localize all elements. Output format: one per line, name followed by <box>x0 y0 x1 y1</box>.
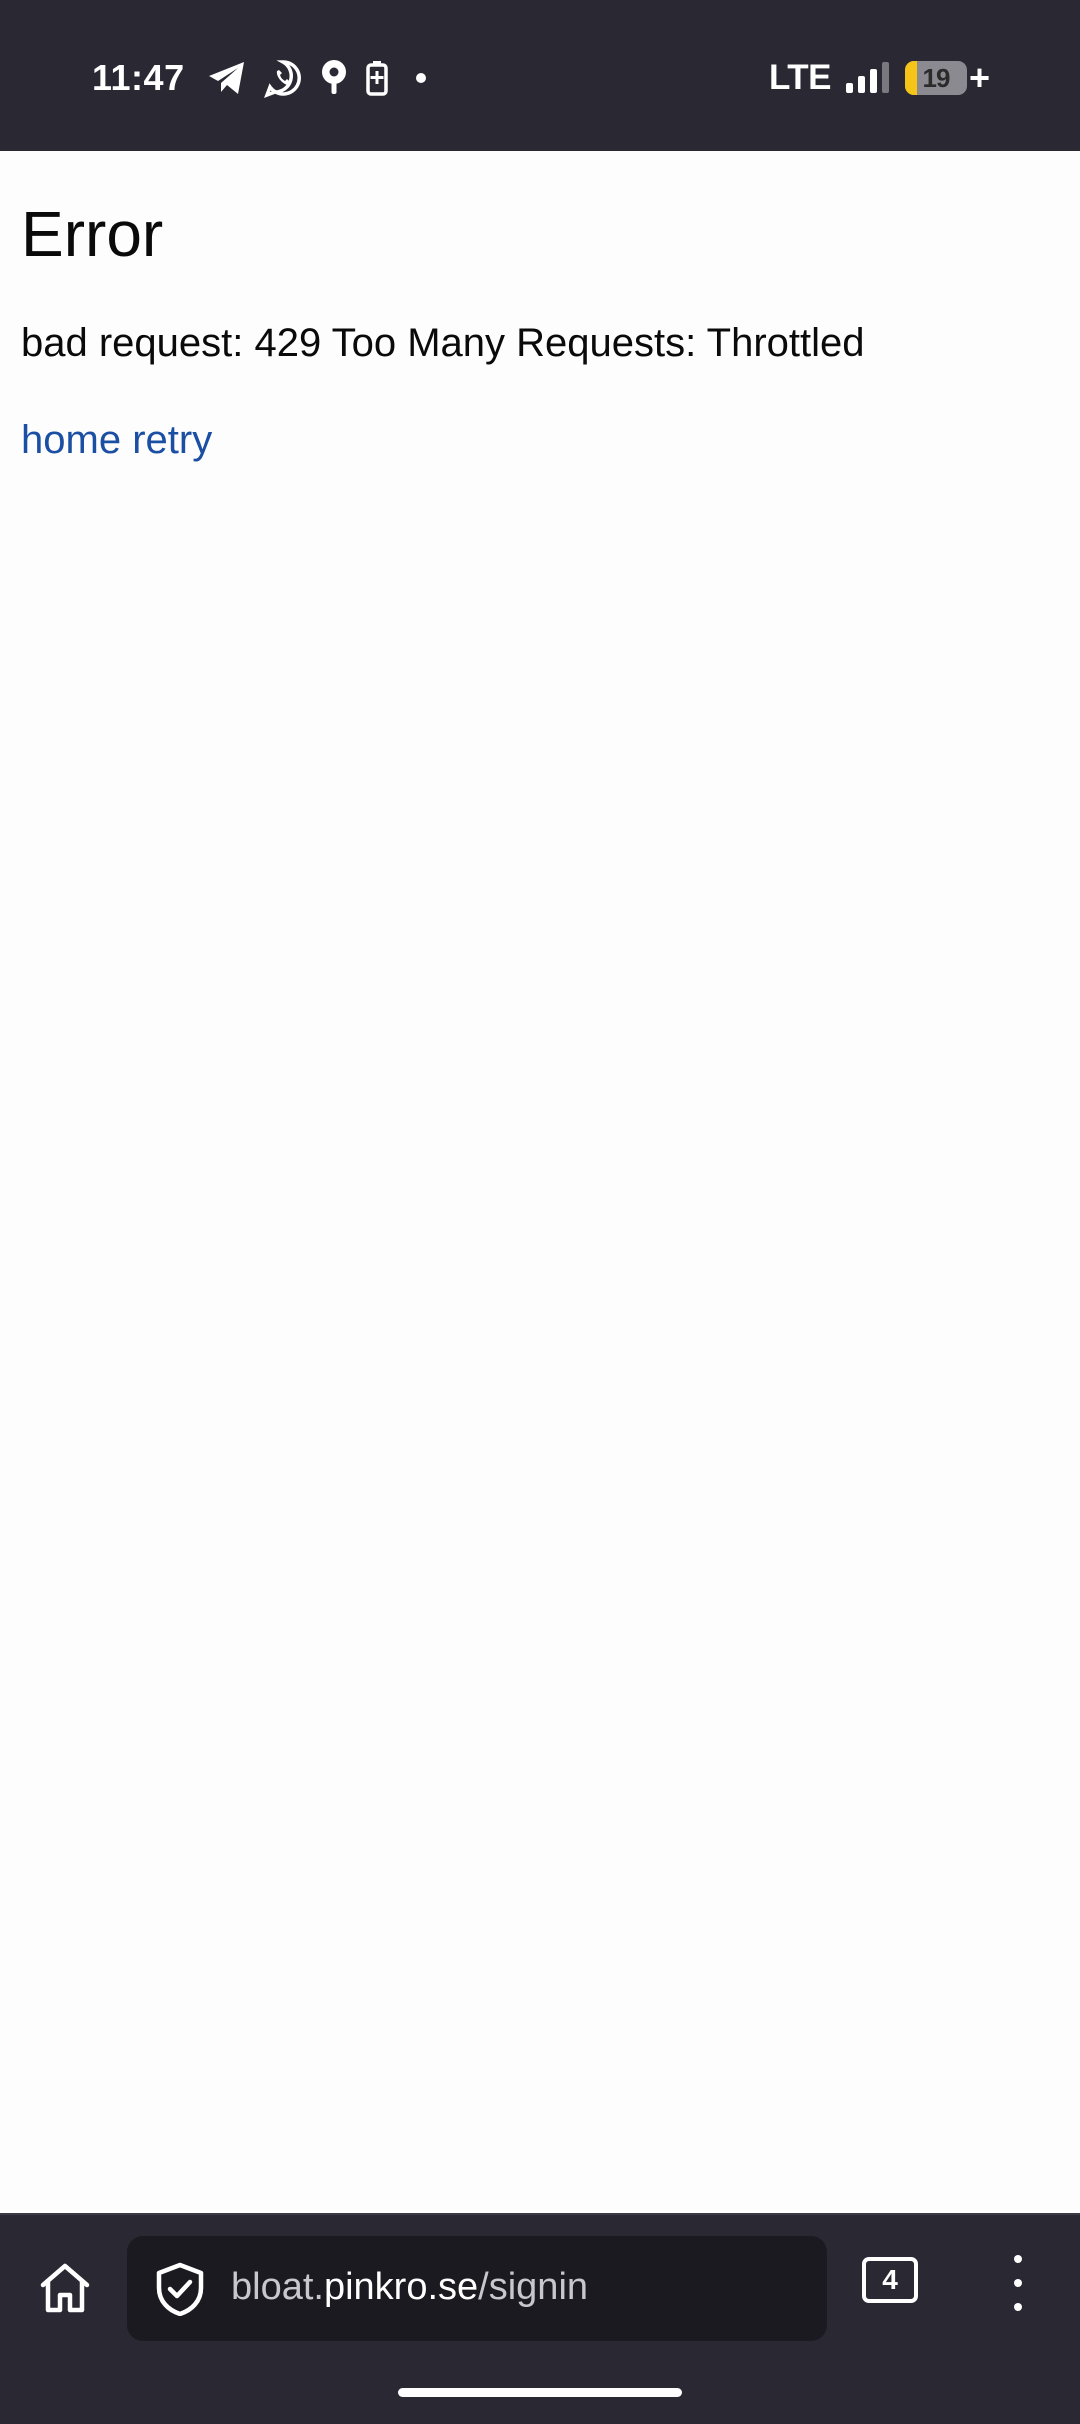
menu-dot <box>1014 2279 1022 2287</box>
gesture-handle[interactable] <box>398 2388 682 2397</box>
battery-indicator: 19 <box>904 61 967 95</box>
whatsapp-icon <box>263 58 303 98</box>
toolbar-divider <box>0 2213 1080 2215</box>
location-icon <box>319 58 349 98</box>
telegram-icon <box>207 60 247 96</box>
tab-count: 4 <box>882 2264 898 2295</box>
status-left: 11:47 <box>92 50 443 106</box>
signal-bars-icon <box>845 61 891 95</box>
url-path: /signin <box>478 2266 589 2308</box>
status-right: LTE 19 + <box>769 52 990 104</box>
url-host: pinkro.se <box>323 2266 479 2308</box>
retry-link[interactable]: retry <box>132 418 212 462</box>
status-bar: 11:47 LTE 19 + <box>0 0 1080 151</box>
error-message: bad request: 429 Too Many Requests: Thro… <box>21 321 865 365</box>
battery-fill <box>904 61 917 95</box>
network-type: LTE <box>768 58 832 97</box>
more-vertical-icon[interactable] <box>990 2251 1046 2315</box>
charging-plus-icon: + <box>968 57 990 98</box>
menu-dot <box>1014 2255 1022 2263</box>
menu-dot <box>1014 2303 1022 2311</box>
url-subdomain: bloat. <box>231 2266 324 2308</box>
url-bar[interactable]: bloat.pinkro.se/signin <box>127 2236 827 2341</box>
home-icon <box>40 2263 90 2313</box>
dot-icon <box>415 72 427 84</box>
battery-saver-icon <box>365 60 389 96</box>
shield-check-icon[interactable] <box>153 2262 207 2316</box>
home-link[interactable]: home <box>21 418 121 462</box>
url-text[interactable]: bloat.pinkro.se/signin <box>231 2266 588 2309</box>
clock: 11:47 <box>92 57 185 98</box>
home-button[interactable] <box>30 2253 100 2323</box>
browser-toolbar: bloat.pinkro.se/signin 4 <box>0 2213 1080 2424</box>
battery-level: 19 <box>922 62 951 93</box>
link-row: home retry <box>21 418 212 463</box>
page-content: Error bad request: 429 Too Many Requests… <box>0 151 1080 2213</box>
tabs-button[interactable]: 4 <box>862 2257 918 2303</box>
page-title: Error <box>21 198 164 270</box>
